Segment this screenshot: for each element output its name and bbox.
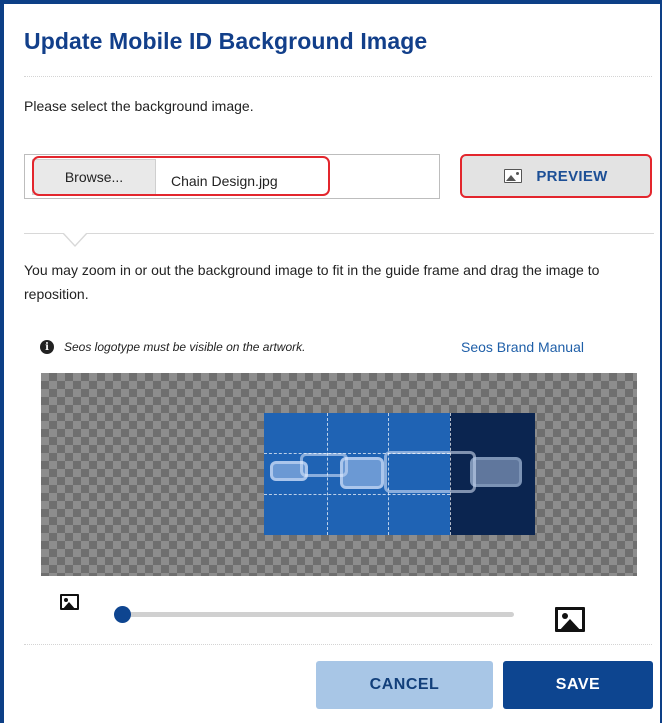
selected-file-name: Chain Design.jpg xyxy=(171,173,278,189)
dialog-frame-left xyxy=(0,0,4,723)
artwork-chain-link xyxy=(384,451,476,493)
preview-button[interactable]: PREVIEW xyxy=(460,154,652,198)
small-image-icon xyxy=(60,594,79,610)
dialog-title: Update Mobile ID Background Image xyxy=(24,28,428,54)
brand-manual-link[interactable]: Seos Brand Manual xyxy=(461,339,584,355)
guide-line xyxy=(388,413,389,535)
image-icon xyxy=(504,169,523,183)
guide-line xyxy=(264,453,450,454)
select-instruction: Please select the background image. xyxy=(24,98,254,114)
guide-line xyxy=(450,413,451,535)
title-divider xyxy=(24,76,652,77)
zoom-slider-track[interactable] xyxy=(122,612,514,617)
cancel-button[interactable]: CANCEL xyxy=(316,661,493,709)
footer-divider xyxy=(24,644,652,645)
notice-text: Seos logotype must be visible on the art… xyxy=(64,340,306,354)
preview-label: PREVIEW xyxy=(536,167,608,185)
save-button[interactable]: SAVE xyxy=(503,661,653,709)
large-image-icon xyxy=(555,607,585,632)
background-image-artwork[interactable] xyxy=(264,413,535,535)
guide-line xyxy=(327,413,328,535)
info-icon: i xyxy=(40,340,54,354)
zoom-slider-thumb[interactable] xyxy=(114,606,131,623)
browse-button[interactable]: Browse... xyxy=(32,159,156,195)
zoom-instruction: You may zoom in or out the background im… xyxy=(24,262,600,302)
artwork-chain-link xyxy=(340,457,384,489)
section-separator xyxy=(24,233,654,234)
guide-line xyxy=(264,494,450,495)
separator-notch-fill xyxy=(63,232,87,245)
file-picker[interactable]: Browse... Chain Design.jpg xyxy=(24,154,440,199)
notice-row: i Seos logotype must be visible on the a… xyxy=(40,340,305,354)
dialog-frame-top xyxy=(0,0,662,4)
artwork-chain-link xyxy=(470,457,522,487)
